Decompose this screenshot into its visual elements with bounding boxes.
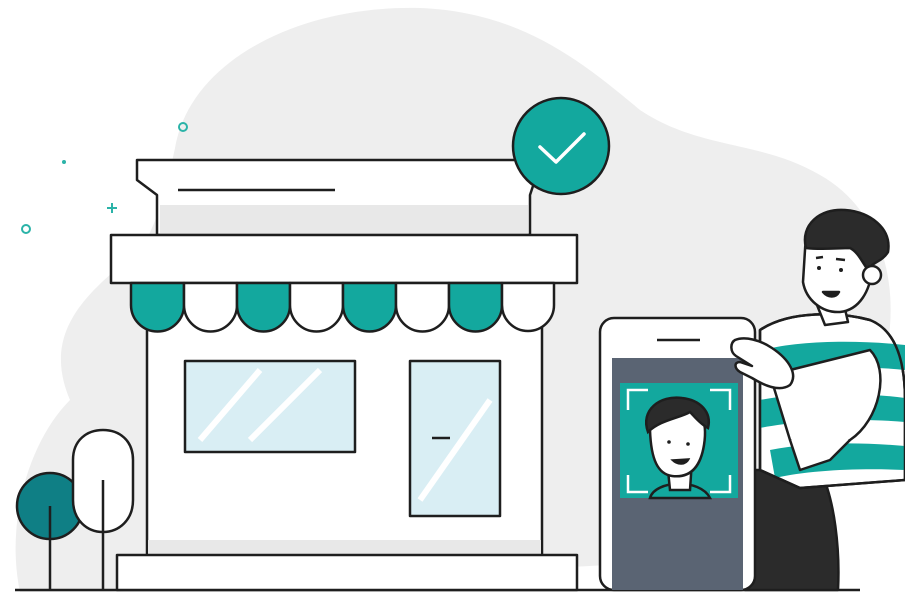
person-legs (743, 468, 840, 592)
storefront (109, 158, 579, 592)
sparkle-dot-icon (62, 160, 66, 164)
illustration-scene (15, 7, 905, 592)
store-awning-bar (109, 233, 579, 285)
face-scan-icon (620, 383, 738, 500)
store-base-step (115, 553, 579, 592)
sparkle-ring-icon (21, 224, 31, 234)
phone (598, 316, 757, 592)
store-window (183, 359, 357, 454)
check-badge (511, 96, 611, 196)
sparkle-plus-icon (107, 203, 117, 213)
